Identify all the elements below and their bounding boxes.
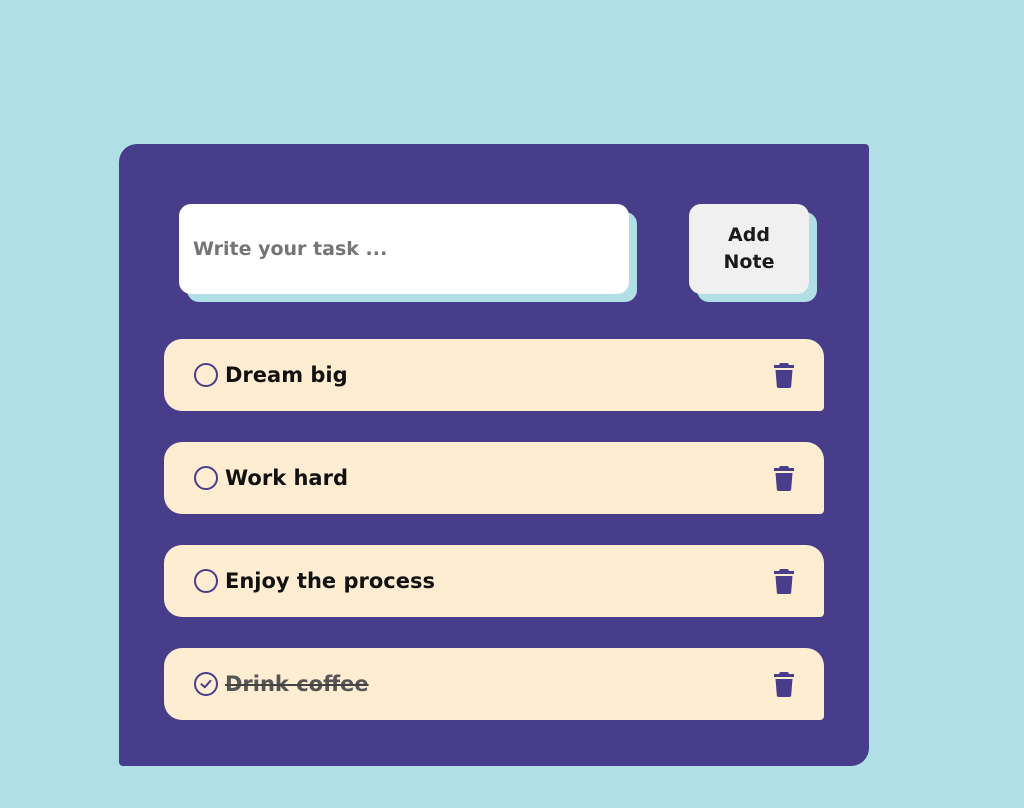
- trash-icon[interactable]: [773, 362, 795, 388]
- todo-card: Add Note Dream big Work hard Enjoy the p…: [119, 144, 869, 766]
- task-item: Work hard: [164, 442, 824, 514]
- circle-check-icon[interactable]: [194, 672, 218, 696]
- task-input-wrapper: [179, 204, 629, 294]
- task-label: Drink coffee: [225, 672, 369, 696]
- circle-check-icon[interactable]: [194, 569, 218, 593]
- checkmark-icon: [200, 679, 212, 689]
- circle-check-icon[interactable]: [194, 363, 218, 387]
- task-label: Dream big: [225, 363, 348, 387]
- task-label: Work hard: [225, 466, 348, 490]
- circle-check-icon[interactable]: [194, 466, 218, 490]
- trash-icon[interactable]: [773, 568, 795, 594]
- task-item: Enjoy the process: [164, 545, 824, 617]
- trash-icon[interactable]: [773, 671, 795, 697]
- task-item-completed: Drink coffee: [164, 648, 824, 720]
- task-input[interactable]: [179, 204, 629, 294]
- trash-icon[interactable]: [773, 465, 795, 491]
- task-label: Enjoy the process: [225, 569, 435, 593]
- add-note-button[interactable]: Add Note: [689, 204, 809, 294]
- task-item: Dream big: [164, 339, 824, 411]
